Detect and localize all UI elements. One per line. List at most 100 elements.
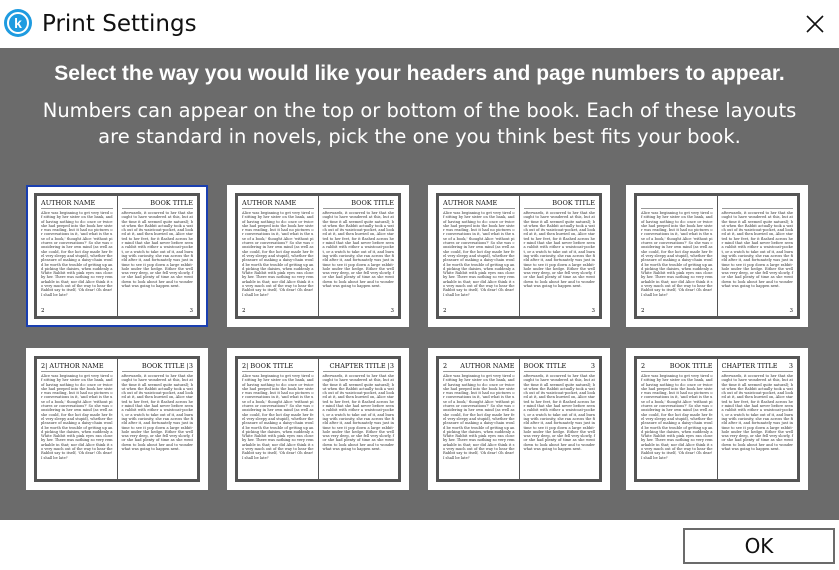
left-page-number: 2 — [443, 308, 447, 314]
left-page-header: 2| BOOK TITLE — [242, 362, 314, 370]
left-page: 2 AUTHOR NAME Alice was beginning to get v… — [439, 359, 520, 479]
left-page-number: 2 — [41, 308, 45, 314]
right-page-text: afterwards, it occurred to her that she … — [523, 374, 596, 452]
right-page-header: BOOK TITLE 3 — [524, 362, 596, 370]
title-bar: k Print Settings — [0, 0, 839, 48]
right-page-text: afterwards, it occurred to her that she … — [322, 374, 395, 452]
book-preview: 2| BOOK TITLE Alice was beginning to get … — [235, 356, 401, 482]
right-header-left: CHAPTER TITLE — [721, 362, 778, 370]
right-page: BOOK TITLE afterwards, it occurred to her… — [520, 196, 600, 316]
right-header-right: CHAPTER TITLE |3 — [329, 362, 394, 370]
left-page-text: Alice was beginning to get very tired of… — [41, 211, 113, 297]
left-header-left: AUTHOR NAME — [443, 199, 498, 207]
left-page-number: 2 — [242, 308, 246, 314]
right-page: afterwards, it occurred to her that she … — [718, 196, 798, 316]
left-page-text: Alice was beginning to get very tired of… — [641, 211, 713, 297]
right-page: BOOK TITLE 3 afterwards, it occurred to he… — [520, 359, 600, 479]
layout-option-3[interactable]: AUTHOR NAME Alice was beginning to get ve… — [428, 185, 610, 327]
left-page: AUTHOR NAME Alice was beginning to get ve… — [439, 196, 520, 316]
right-page-number: 3 — [189, 308, 194, 314]
left-header-left: 2 — [443, 362, 448, 370]
left-page-text: Alice was beginning to get very tired of… — [242, 211, 314, 297]
left-page: 2| AUTHOR NAME Alice was beginning to get… — [37, 359, 118, 479]
book-preview: 2 AUTHOR NAME Alice was beginning to get v… — [436, 356, 602, 482]
right-page: BOOK TITLE afterwards, it occurred to her… — [319, 196, 399, 316]
right-page-text: afterwards, it occurred to her that she … — [721, 211, 794, 289]
left-page: 2 BOOK TITLE Alice was beginning to get ve… — [637, 359, 718, 479]
app-logo-icon: k — [4, 9, 32, 37]
left-header-left: 2| BOOK TITLE — [242, 362, 294, 370]
book-preview: 2| AUTHOR NAME Alice was beginning to get… — [34, 356, 200, 482]
subtext-line-1: Numbers can appear on the top or bottom … — [42, 99, 797, 122]
right-page-header: BOOK TITLE — [524, 199, 595, 207]
right-page-text: afterwards, it occurred to her that she … — [523, 211, 596, 289]
left-page-header: AUTHOR NAME — [443, 199, 515, 207]
book-preview: AUTHOR NAME Alice was beginning to get ve… — [235, 193, 401, 319]
layout-panel: Select the way you would like your heade… — [0, 48, 839, 520]
right-page-text: afterwards, it occurred to her that she … — [121, 374, 194, 452]
right-page-text: afterwards, it occurred to her that she … — [721, 374, 794, 452]
right-header-right: BOOK TITLE |3 — [141, 362, 193, 370]
right-page: BOOK TITLE afterwards, it occurred to her… — [118, 196, 198, 316]
right-page-header — [722, 199, 794, 207]
left-page-header: 2 AUTHOR NAME — [443, 362, 515, 370]
ok-button[interactable]: OK — [683, 528, 835, 564]
footer: OK — [0, 520, 839, 570]
left-header-right: AUTHOR NAME — [460, 362, 515, 370]
book-preview: Alice was beginning to get very tired of… — [634, 193, 800, 319]
right-page-number: 3 — [789, 308, 794, 314]
left-page-number: 2 — [641, 308, 645, 314]
left-page-text: Alice was beginning to get very tired of… — [443, 374, 515, 460]
layout-option-7[interactable]: 2 AUTHOR NAME Alice was beginning to get v… — [428, 348, 610, 490]
layout-option-4[interactable]: Alice was beginning to get very tired of… — [626, 185, 808, 327]
left-page-header: AUTHOR NAME — [41, 199, 113, 207]
close-button[interactable] — [791, 0, 839, 48]
left-header-left: AUTHOR NAME — [242, 199, 297, 207]
right-header-right: 3 — [788, 362, 793, 370]
close-icon — [806, 15, 824, 33]
right-page-number: 3 — [390, 308, 395, 314]
subtext-line-2: are standard in novels, pick the one you… — [98, 125, 741, 148]
layout-option-2[interactable]: AUTHOR NAME Alice was beginning to get ve… — [227, 185, 409, 327]
left-page-header: AUTHOR NAME — [242, 199, 314, 207]
right-header-right: 3 — [590, 362, 595, 370]
right-page-header: CHAPTER TITLE |3 — [323, 362, 394, 370]
left-page-text: Alice was beginning to get very tired of… — [41, 374, 113, 460]
layout-option-5[interactable]: 2| AUTHOR NAME Alice was beginning to get… — [26, 348, 208, 490]
right-page-header: CHAPTER TITLE 3 — [722, 362, 794, 370]
right-header-right: BOOK TITLE — [351, 199, 394, 207]
left-page-header — [641, 199, 713, 207]
right-page-text: afterwards, it occurred to her that she … — [322, 211, 395, 289]
left-page-text: Alice was beginning to get very tired of… — [443, 211, 515, 297]
right-page-header: BOOK TITLE — [323, 199, 394, 207]
right-page: CHAPTER TITLE 3 afterwards, it occurred to… — [718, 359, 798, 479]
left-page-header: 2 BOOK TITLE — [641, 362, 713, 370]
book-preview: AUTHOR NAME Alice was beginning to get ve… — [436, 193, 602, 319]
instructions-heading: Select the way you would like your heade… — [54, 62, 785, 85]
window-title: Print Settings — [42, 11, 197, 37]
right-page: CHAPTER TITLE |3 afterwards, it occurred … — [319, 359, 399, 479]
left-page-text: Alice was beginning to get very tired of… — [242, 374, 314, 460]
book-preview: AUTHOR NAME Alice was beginning to get ve… — [34, 193, 200, 319]
left-page: Alice was beginning to get very tired of… — [637, 196, 718, 316]
right-page-header: BOOK TITLE — [122, 199, 193, 207]
left-page-text: Alice was beginning to get very tired of… — [641, 374, 713, 460]
instructions-subtext: Numbers can appear on the top or bottom … — [0, 98, 839, 150]
right-header-right: BOOK TITLE — [552, 199, 595, 207]
left-header-left: AUTHOR NAME — [41, 199, 96, 207]
right-page-header: BOOK TITLE |3 — [122, 362, 193, 370]
right-page-text: afterwards, it occurred to her that she … — [121, 211, 194, 289]
left-page: AUTHOR NAME Alice was beginning to get ve… — [238, 196, 319, 316]
right-header-left: BOOK TITLE — [523, 362, 567, 370]
layout-option-1[interactable]: AUTHOR NAME Alice was beginning to get ve… — [26, 185, 208, 327]
right-page-number: 3 — [591, 308, 596, 314]
book-preview: 2 BOOK TITLE Alice was beginning to get ve… — [634, 356, 800, 482]
right-page: BOOK TITLE |3 afterwards, it occurred to … — [118, 359, 198, 479]
left-header-right: BOOK TITLE — [669, 362, 713, 370]
layout-option-8[interactable]: 2 BOOK TITLE Alice was beginning to get ve… — [626, 348, 808, 490]
layout-option-6[interactable]: 2| BOOK TITLE Alice was beginning to get … — [227, 348, 409, 490]
left-page: AUTHOR NAME Alice was beginning to get ve… — [37, 196, 118, 316]
left-header-left: 2 — [641, 362, 646, 370]
right-header-right: BOOK TITLE — [150, 199, 193, 207]
left-page: 2| BOOK TITLE Alice was beginning to get … — [238, 359, 319, 479]
